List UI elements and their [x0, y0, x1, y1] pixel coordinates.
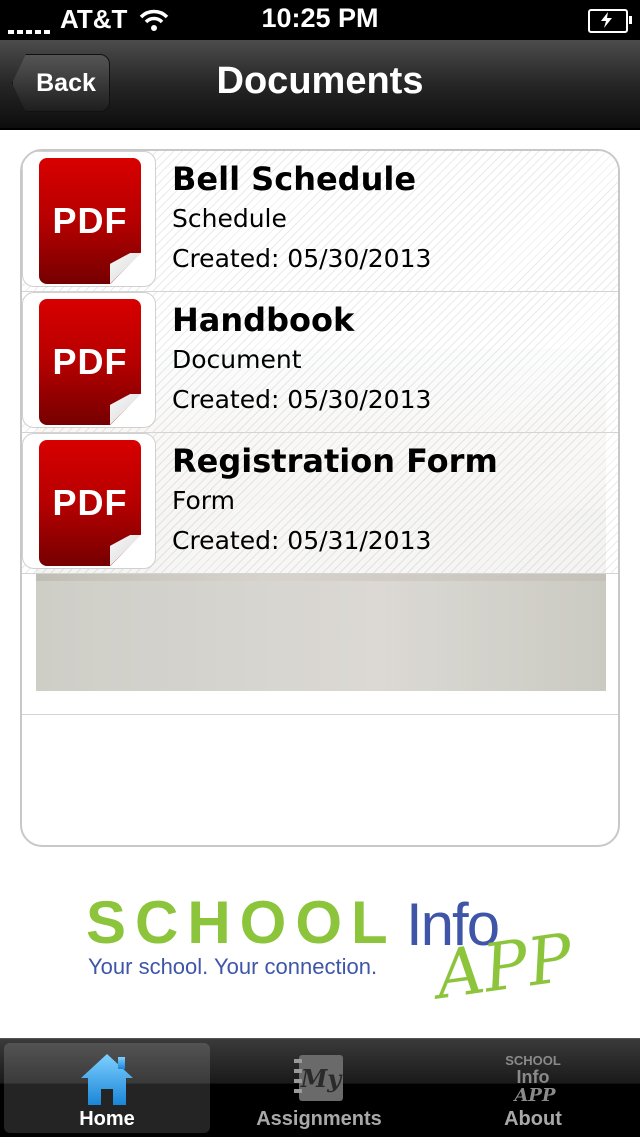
document-row-registration-form[interactable]: PDF Registration Form Form Created: 05/3… [22, 433, 618, 574]
svg-text:Info: Info [517, 1067, 550, 1087]
tab-bar: Home My Assignments SCHOOL Info APP Abou… [0, 1038, 640, 1137]
navigation-bar: Back Documents [0, 40, 640, 130]
tab-assignments-label: Assignments [256, 1108, 382, 1130]
home-icon [81, 1054, 133, 1105]
document-created-date: Created: 05/30/2013 [172, 385, 432, 414]
svg-text:APP: APP [512, 1085, 556, 1105]
school-info-app-logo: SCHOOL Info Your school. Your connection… [86, 888, 577, 1028]
documents-list: PDF Bell Schedule Schedule Created: 05/3… [20, 149, 620, 847]
document-title: Bell Schedule [172, 160, 417, 198]
tab-assignments[interactable]: My Assignments [216, 1043, 422, 1133]
document-title: Registration Form [172, 442, 498, 480]
document-thumbnail: PDF [22, 292, 156, 428]
document-type: Schedule [172, 204, 287, 233]
svg-text:SCHOOL: SCHOOL [505, 1053, 561, 1068]
document-type: Form [172, 486, 235, 515]
logo-tagline: Your school. Your connection. [88, 954, 378, 979]
document-thumbnail: PDF [22, 433, 156, 569]
tab-home-label: Home [79, 1108, 135, 1130]
empty-list-row [22, 574, 618, 715]
status-time: 10:25 PM [261, 3, 379, 33]
page-title: Documents [216, 60, 424, 102]
document-created-date: Created: 05/30/2013 [172, 244, 432, 273]
logo-school-text: SCHOOL [86, 889, 397, 956]
tab-about-label: About [504, 1108, 562, 1130]
school-info-app-icon: SCHOOL Info APP [505, 1053, 561, 1105]
document-type: Document [172, 345, 302, 374]
tab-home[interactable]: Home [4, 1043, 210, 1133]
document-row-bell-schedule[interactable]: PDF Bell Schedule Schedule Created: 05/3… [22, 151, 618, 292]
document-thumbnail: PDF [22, 151, 156, 287]
battery-icon [588, 9, 632, 33]
document-title: Handbook [172, 301, 355, 339]
svg-text:My: My [300, 1064, 344, 1093]
status-bar: AT&T 10:25 PM [0, 0, 640, 40]
document-created-date: Created: 05/31/2013 [172, 526, 432, 555]
document-row-handbook[interactable]: PDF Handbook Document Created: 05/30/201… [22, 292, 618, 433]
my-assignments-icon: My [294, 1055, 344, 1101]
tab-about[interactable]: SCHOOL Info APP About [430, 1043, 636, 1133]
